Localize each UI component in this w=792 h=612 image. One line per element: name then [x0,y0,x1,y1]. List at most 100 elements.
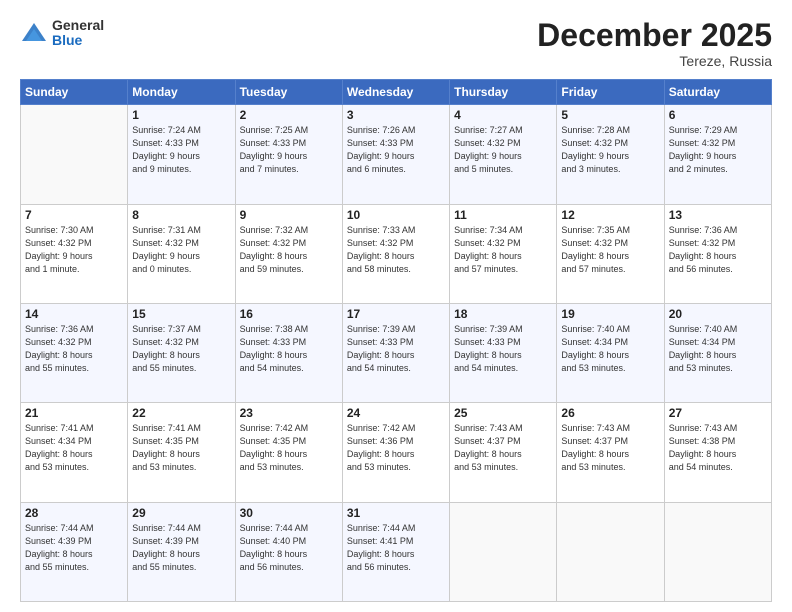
calendar-cell: 11Sunrise: 7:34 AMSunset: 4:32 PMDayligh… [450,204,557,303]
day-info: Sunrise: 7:41 AMSunset: 4:34 PMDaylight:… [25,422,123,474]
calendar-cell: 25 Sunrise: 7:43 AMSunset: 4:37 PMDayligh… [450,403,557,502]
calendar-cell: 16 Sunrise: 7:38 AMSunset: 4:33 PMDayligh… [235,303,342,402]
day-number: 20 [669,307,767,321]
calendar-cell: 22 Sunrise: 7:41 AMSunset: 4:35 PMDayligh… [128,403,235,502]
day-info: Sunrise: 7:37 AMSunset: 4:32 PMDaylight:… [132,323,230,375]
day-info: Sunrise: 7:43 AMSunset: 4:37 PMDaylight:… [454,422,552,474]
calendar-week-row: 28 Sunrise: 7:44 AMSunset: 4:39 PMDayligh… [21,502,772,601]
title-block: December 2025 Tereze, Russia [537,18,772,69]
location: Tereze, Russia [537,53,772,69]
day-info: Sunrise: 7:25 AMSunset: 4:33 PMDaylight:… [240,124,338,176]
day-number: 21 [25,406,123,420]
day-info: Sunrise: 7:44 AMSunset: 4:39 PMDaylight:… [25,522,123,574]
calendar-cell: 20 Sunrise: 7:40 AMSunset: 4:34 PMDayligh… [664,303,771,402]
day-number: 8 [132,208,230,222]
col-wednesday: Wednesday [342,80,449,105]
col-sunday: Sunday [21,80,128,105]
day-number: 7 [25,208,123,222]
day-number: 12 [561,208,659,222]
day-info: Sunrise: 7:40 AMSunset: 4:34 PMDaylight:… [669,323,767,375]
col-monday: Monday [128,80,235,105]
day-info: Sunrise: 7:44 AMSunset: 4:41 PMDaylight:… [347,522,445,574]
calendar-cell: 17 Sunrise: 7:39 AMSunset: 4:33 PMDayligh… [342,303,449,402]
day-info: Sunrise: 7:38 AMSunset: 4:33 PMDaylight:… [240,323,338,375]
day-number: 28 [25,506,123,520]
day-info: Sunrise: 7:36 AMSunset: 4:32 PMDaylight:… [25,323,123,375]
calendar-cell: 15Sunrise: 7:37 AMSunset: 4:32 PMDayligh… [128,303,235,402]
day-number: 6 [669,108,767,122]
calendar-cell: 26Sunrise: 7:43 AMSunset: 4:37 PMDayligh… [557,403,664,502]
calendar-cell [450,502,557,601]
calendar-week-row: 7 Sunrise: 7:30 AMSunset: 4:32 PMDaylight… [21,204,772,303]
day-info: Sunrise: 7:34 AMSunset: 4:32 PMDaylight:… [454,224,552,276]
day-number: 31 [347,506,445,520]
calendar-cell: 13 Sunrise: 7:36 AMSunset: 4:32 PMDayligh… [664,204,771,303]
calendar-cell: 7 Sunrise: 7:30 AMSunset: 4:32 PMDaylight… [21,204,128,303]
day-info: Sunrise: 7:31 AMSunset: 4:32 PMDaylight:… [132,224,230,276]
day-info: Sunrise: 7:43 AMSunset: 4:37 PMDaylight:… [561,422,659,474]
day-info: Sunrise: 7:30 AMSunset: 4:32 PMDaylight:… [25,224,123,276]
day-number: 17 [347,307,445,321]
calendar-cell: 1Sunrise: 7:24 AMSunset: 4:33 PMDaylight… [128,105,235,204]
day-number: 24 [347,406,445,420]
calendar-cell: 27Sunrise: 7:43 AMSunset: 4:38 PMDayligh… [664,403,771,502]
day-info: Sunrise: 7:39 AMSunset: 4:33 PMDaylight:… [454,323,552,375]
day-number: 10 [347,208,445,222]
day-info: Sunrise: 7:41 AMSunset: 4:35 PMDaylight:… [132,422,230,474]
day-number: 23 [240,406,338,420]
page: General Blue December 2025 Tereze, Russi… [0,0,792,612]
day-info: Sunrise: 7:33 AMSunset: 4:32 PMDaylight:… [347,224,445,276]
day-info: Sunrise: 7:42 AMSunset: 4:36 PMDaylight:… [347,422,445,474]
day-info: Sunrise: 7:26 AMSunset: 4:33 PMDaylight:… [347,124,445,176]
logo: General Blue [20,18,104,49]
calendar-cell: 2 Sunrise: 7:25 AMSunset: 4:33 PMDaylight… [235,105,342,204]
day-number: 19 [561,307,659,321]
logo-text: General Blue [52,18,104,49]
day-info: Sunrise: 7:43 AMSunset: 4:38 PMDaylight:… [669,422,767,474]
day-number: 13 [669,208,767,222]
calendar-week-row: 21 Sunrise: 7:41 AMSunset: 4:34 PMDayligh… [21,403,772,502]
logo-icon [20,19,48,47]
logo-blue-label: Blue [52,33,104,48]
day-number: 30 [240,506,338,520]
day-number: 2 [240,108,338,122]
day-number: 3 [347,108,445,122]
calendar-cell: 14Sunrise: 7:36 AMSunset: 4:32 PMDayligh… [21,303,128,402]
day-info: Sunrise: 7:44 AMSunset: 4:40 PMDaylight:… [240,522,338,574]
calendar-cell: 10 Sunrise: 7:33 AMSunset: 4:32 PMDayligh… [342,204,449,303]
day-number: 25 [454,406,552,420]
day-number: 16 [240,307,338,321]
day-info: Sunrise: 7:35 AMSunset: 4:32 PMDaylight:… [561,224,659,276]
calendar-cell: 6 Sunrise: 7:29 AMSunset: 4:32 PMDaylight… [664,105,771,204]
calendar-cell: 4Sunrise: 7:27 AMSunset: 4:32 PMDaylight… [450,105,557,204]
col-tuesday: Tuesday [235,80,342,105]
day-info: Sunrise: 7:32 AMSunset: 4:32 PMDaylight:… [240,224,338,276]
day-number: 18 [454,307,552,321]
calendar-cell: 12 Sunrise: 7:35 AMSunset: 4:32 PMDayligh… [557,204,664,303]
calendar-cell: 5 Sunrise: 7:28 AMSunset: 4:32 PMDaylight… [557,105,664,204]
calendar-cell: 18 Sunrise: 7:39 AMSunset: 4:33 PMDayligh… [450,303,557,402]
day-info: Sunrise: 7:29 AMSunset: 4:32 PMDaylight:… [669,124,767,176]
calendar-week-row: 14Sunrise: 7:36 AMSunset: 4:32 PMDayligh… [21,303,772,402]
day-info: Sunrise: 7:44 AMSunset: 4:39 PMDaylight:… [132,522,230,574]
col-saturday: Saturday [664,80,771,105]
calendar-cell [557,502,664,601]
calendar-cell: 8 Sunrise: 7:31 AMSunset: 4:32 PMDaylight… [128,204,235,303]
calendar-cell: 30 Sunrise: 7:44 AMSunset: 4:40 PMDayligh… [235,502,342,601]
calendar-cell: 21 Sunrise: 7:41 AMSunset: 4:34 PMDayligh… [21,403,128,502]
day-info: Sunrise: 7:27 AMSunset: 4:32 PMDaylight:… [454,124,552,176]
day-info: Sunrise: 7:39 AMSunset: 4:33 PMDaylight:… [347,323,445,375]
calendar-cell: 28 Sunrise: 7:44 AMSunset: 4:39 PMDayligh… [21,502,128,601]
calendar-cell [664,502,771,601]
day-info: Sunrise: 7:36 AMSunset: 4:32 PMDaylight:… [669,224,767,276]
calendar-cell: 24 Sunrise: 7:42 AMSunset: 4:36 PMDayligh… [342,403,449,502]
day-number: 5 [561,108,659,122]
day-number: 9 [240,208,338,222]
calendar-week-row: 1Sunrise: 7:24 AMSunset: 4:33 PMDaylight… [21,105,772,204]
calendar-cell: 9 Sunrise: 7:32 AMSunset: 4:32 PMDaylight… [235,204,342,303]
day-number: 29 [132,506,230,520]
day-number: 1 [132,108,230,122]
day-number: 22 [132,406,230,420]
day-info: Sunrise: 7:28 AMSunset: 4:32 PMDaylight:… [561,124,659,176]
calendar-cell: 29 Sunrise: 7:44 AMSunset: 4:39 PMDayligh… [128,502,235,601]
